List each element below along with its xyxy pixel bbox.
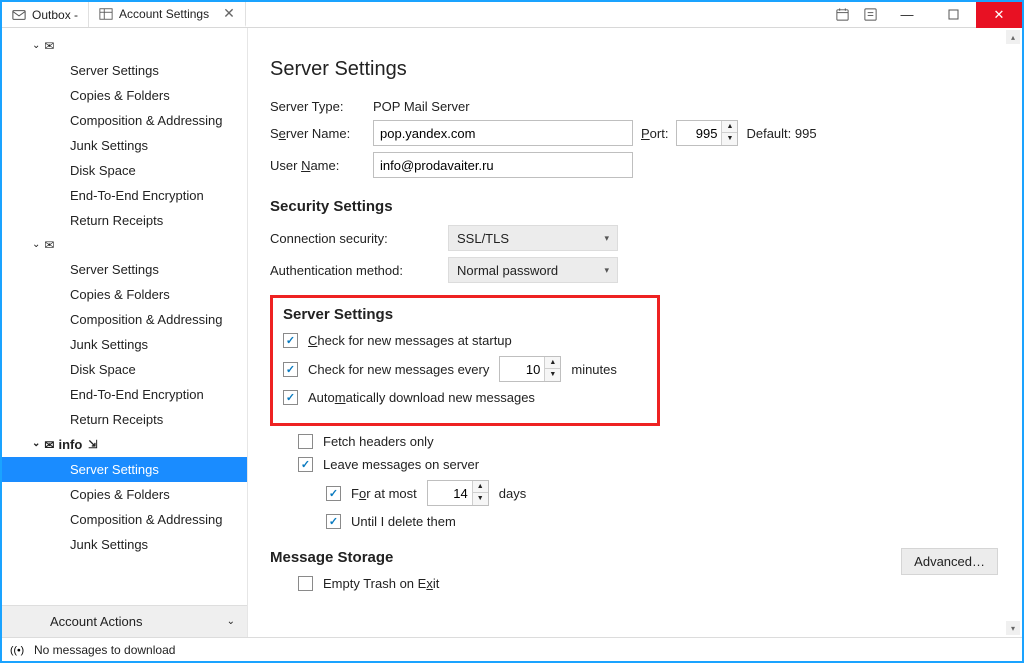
sidebar-item-copies[interactable]: Copies & Folders: [2, 282, 247, 307]
highlighted-server-settings: Server Settings Check for new messages a…: [270, 295, 660, 426]
sidebar-item-e2e[interactable]: End-To-End Encryption: [2, 382, 247, 407]
sidebar-item-composition[interactable]: Composition & Addressing: [2, 307, 247, 332]
minutes-spinner[interactable]: ▲▼: [544, 357, 560, 381]
account-row-2[interactable]: ⌄ ✉: [2, 233, 247, 257]
fetch-headers-label: Fetch headers only: [323, 434, 434, 449]
check-every[interactable]: [283, 362, 298, 377]
sidebar-item-server-settings[interactable]: Server Settings: [2, 257, 247, 282]
until-delete-label: Until I delete them: [351, 514, 456, 529]
advanced-button[interactable]: Advanced…: [901, 548, 998, 575]
sidebar: ⌄ ✉ Server Settings Copies & Folders Com…: [2, 28, 248, 637]
account-row-info[interactable]: ⌄ ✉ info ⇲: [2, 432, 247, 457]
close-tab-icon[interactable]: ✕: [223, 5, 235, 22]
chevron-down-icon: ▾: [604, 265, 609, 276]
server-settings-subsection: Server Settings: [283, 306, 647, 323]
account-actions-button[interactable]: Account Actions ⌄: [2, 605, 247, 637]
security-section-title: Security Settings: [270, 198, 1000, 215]
sidebar-item-server-settings-active[interactable]: Server Settings: [2, 457, 247, 482]
chevron-down-icon: ▾: [604, 233, 609, 244]
sidebar-item-disk[interactable]: Disk Space: [2, 158, 247, 183]
sidebar-item-receipts[interactable]: Return Receipts: [2, 208, 247, 233]
chevron-down-icon: ⌄: [32, 40, 40, 51]
window-close[interactable]: ✕: [976, 2, 1022, 28]
check-empty-trash[interactable]: [298, 576, 313, 591]
chevron-down-icon: ⌄: [227, 616, 235, 627]
empty-trash-label: Empty Trash on Exit: [323, 576, 439, 591]
main-panel: Server Settings Server Type: POP Mail Se…: [248, 28, 1022, 637]
scrollbar[interactable]: ▴ ▾: [1006, 30, 1020, 635]
check-auto-label: Automatically download new messages: [308, 390, 535, 405]
account-label: info: [58, 437, 82, 452]
envelope-icon: ✉: [44, 238, 54, 252]
status-message: No messages to download: [34, 643, 175, 657]
page-title: Server Settings: [270, 58, 1000, 81]
server-name-label: Server Name:: [270, 126, 365, 141]
minutes-unit: minutes: [571, 362, 617, 377]
tab-outbox[interactable]: Outbox -: [2, 2, 89, 27]
scroll-up-icon[interactable]: ▴: [1006, 30, 1020, 44]
titlebar: Outbox - Account Settings ✕ — ✕: [2, 2, 1022, 28]
message-storage-title: Message Storage: [270, 549, 1000, 566]
sidebar-item-disk[interactable]: Disk Space: [2, 357, 247, 382]
chevron-down-icon: ⌄: [32, 438, 40, 449]
sidebar-item-server-settings[interactable]: Server Settings: [2, 58, 247, 83]
window-maximize[interactable]: [930, 2, 976, 28]
for-at-most-label: For at most: [351, 486, 417, 501]
account-row-1[interactable]: ⌄ ✉: [2, 34, 247, 58]
port-label: Port:: [641, 126, 668, 141]
chevron-down-icon: ⌄: [32, 239, 40, 250]
port-spinner[interactable]: ▲▼: [721, 121, 737, 145]
check-leave-on-server[interactable]: [298, 457, 313, 472]
calendar-icon[interactable]: [828, 7, 856, 22]
leave-on-server-label: Leave messages on server: [323, 457, 479, 472]
check-fetch-headers[interactable]: [298, 434, 313, 449]
user-name-label: User Name:: [270, 158, 365, 173]
sync-icon: ((•)): [10, 643, 24, 657]
tab-account-settings[interactable]: Account Settings ✕: [89, 2, 246, 27]
check-for-at-most[interactable]: [326, 486, 341, 501]
tab-settings-label: Account Settings: [119, 7, 209, 21]
user-name-input[interactable]: [373, 152, 633, 178]
server-type-label: Server Type:: [270, 99, 365, 114]
envelope-icon: ✉: [44, 438, 54, 452]
check-every-value[interactable]: ▲▼: [499, 356, 561, 382]
sidebar-item-copies[interactable]: Copies & Folders: [2, 83, 247, 108]
envelope-icon: ✉: [44, 39, 54, 53]
for-at-most-value[interactable]: ▲▼: [427, 480, 489, 506]
check-auto-download[interactable]: [283, 390, 298, 405]
tasks-icon[interactable]: [856, 7, 884, 22]
status-bar: ((•)) No messages to download: [2, 637, 1022, 661]
check-every-label: Check for new messages every: [308, 362, 489, 377]
check-startup[interactable]: [283, 333, 298, 348]
settings-panel-icon: [99, 7, 113, 21]
window-minimize[interactable]: —: [884, 2, 930, 28]
auth-method-select[interactable]: Normal password▾: [448, 257, 618, 283]
tab-outbox-label: Outbox -: [32, 8, 78, 22]
days-spinner[interactable]: ▲▼: [472, 481, 488, 505]
sidebar-item-receipts[interactable]: Return Receipts: [2, 407, 247, 432]
sidebar-item-junk[interactable]: Junk Settings: [2, 133, 247, 158]
server-name-input[interactable]: [373, 120, 633, 146]
account-actions-label: Account Actions: [50, 614, 143, 629]
mail-app-icon: [12, 8, 26, 22]
conn-security-select[interactable]: SSL/TLS▾: [448, 225, 618, 251]
default-port-label: Default: 995: [746, 126, 816, 141]
sidebar-item-e2e[interactable]: End-To-End Encryption: [2, 183, 247, 208]
conn-security-label: Connection security:: [270, 231, 440, 246]
check-startup-label: Check for new messages at startup: [308, 333, 512, 348]
sidebar-item-copies[interactable]: Copies & Folders: [2, 482, 247, 507]
sidebar-item-composition[interactable]: Composition & Addressing: [2, 507, 247, 532]
scroll-down-icon[interactable]: ▾: [1006, 621, 1020, 635]
sidebar-item-composition[interactable]: Composition & Addressing: [2, 108, 247, 133]
days-unit: days: [499, 486, 526, 501]
check-until-delete[interactable]: [326, 514, 341, 529]
server-type-value: POP Mail Server: [373, 99, 470, 114]
port-input[interactable]: ▲▼: [676, 120, 738, 146]
sidebar-item-junk[interactable]: Junk Settings: [2, 332, 247, 357]
svg-text:((•)): ((•)): [10, 644, 24, 656]
sidebar-item-junk[interactable]: Junk Settings: [2, 532, 247, 557]
link-icon: ⇲: [88, 438, 97, 451]
auth-method-label: Authentication method:: [270, 263, 440, 278]
